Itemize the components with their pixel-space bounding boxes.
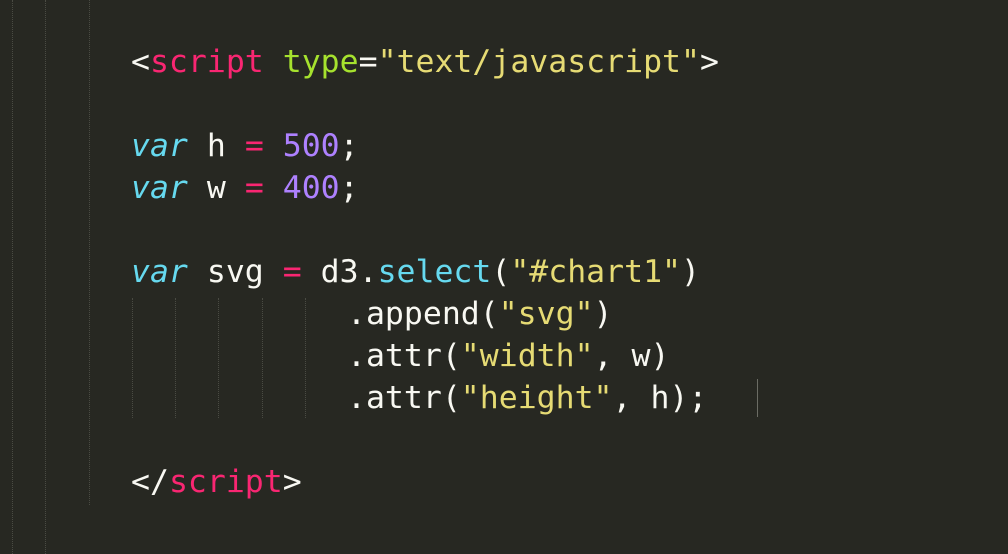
code-line-script-close[interactable]: </script> xyxy=(131,461,302,503)
indent-guide xyxy=(218,298,219,418)
code-token: </ xyxy=(131,464,169,500)
code-token: = xyxy=(244,170,264,206)
code-line-append[interactable]: .append("svg") xyxy=(347,293,613,335)
code-token: d3. xyxy=(301,254,378,290)
indent-guide xyxy=(132,298,133,418)
code-token: 500 xyxy=(282,128,340,164)
text-cursor xyxy=(757,379,758,417)
code-token: "text/javascript" xyxy=(377,44,700,80)
code-token: = xyxy=(244,128,264,164)
code-token: 400 xyxy=(282,170,340,206)
code-token: = xyxy=(282,254,302,290)
code-token: > xyxy=(282,464,302,500)
code-token: ; xyxy=(339,170,359,206)
code-line-var-svg[interactable]: var svg = d3.select("#chart1") xyxy=(131,251,700,293)
code-token: > xyxy=(699,44,719,80)
indent-guide xyxy=(175,298,176,418)
code-token: ( xyxy=(491,254,511,290)
code-token: "svg" xyxy=(498,296,594,332)
code-line-attr-height[interactable]: .attr("height", h); xyxy=(347,377,707,419)
code-token: svg xyxy=(187,254,283,290)
code-token: = xyxy=(358,44,378,80)
code-token: .attr( xyxy=(347,338,461,374)
code-token: h xyxy=(187,128,245,164)
code-token: ) xyxy=(593,296,613,332)
code-line-var-h[interactable]: var h = 500; xyxy=(131,125,359,167)
indent-guide xyxy=(89,0,90,505)
code-line-script-open[interactable]: <script type="text/javascript"> xyxy=(131,41,719,83)
code-token: , h); xyxy=(612,380,708,416)
code-token: var xyxy=(131,254,188,290)
code-token: ; xyxy=(339,128,359,164)
indent-guide xyxy=(45,0,46,554)
indent-guide xyxy=(12,0,13,554)
indent-guide xyxy=(262,298,263,418)
code-token: w xyxy=(187,170,245,206)
code-token: var xyxy=(131,170,188,206)
code-token: "width" xyxy=(460,338,594,374)
code-token: "height" xyxy=(460,380,613,416)
indent-guide xyxy=(305,298,306,418)
code-token: select xyxy=(377,254,492,290)
code-token: .attr( xyxy=(347,380,461,416)
code-token: script xyxy=(168,464,283,500)
code-token: "#chart1" xyxy=(510,254,682,290)
code-line-attr-width[interactable]: .attr("width", w) xyxy=(347,335,669,377)
code-token: , w) xyxy=(593,338,670,374)
code-token: script xyxy=(149,44,264,80)
code-editor[interactable]: <script type="text/javascript"> var h = … xyxy=(0,0,1008,554)
code-token: ) xyxy=(681,254,700,290)
code-line-var-w[interactable]: var w = 400; xyxy=(131,167,359,209)
code-token: < xyxy=(131,44,150,80)
code-token: .append( xyxy=(347,296,499,332)
code-token: type xyxy=(282,44,359,80)
code-token: var xyxy=(131,128,188,164)
